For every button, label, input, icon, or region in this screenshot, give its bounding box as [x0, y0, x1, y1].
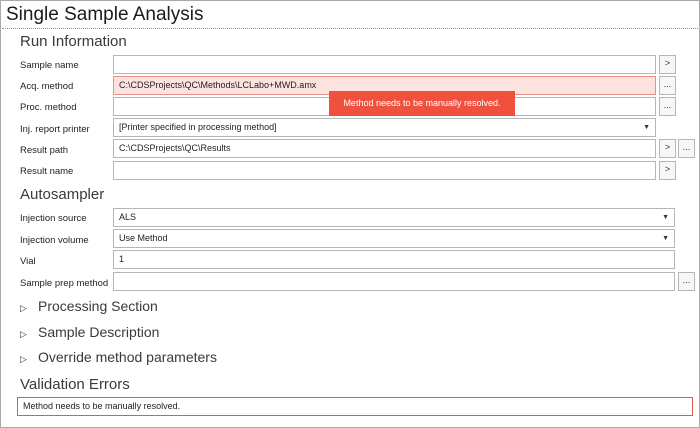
result-path-input[interactable]: C:\CDSProjects\QC\Results — [113, 139, 656, 158]
inj-report-printer-value: [Printer specified in processing method] — [119, 122, 277, 132]
result-path-next-button[interactable]: > — [659, 139, 676, 158]
triangle-right-icon: ▷ — [20, 354, 27, 364]
inj-report-printer-label: Inj. report printer — [20, 124, 90, 135]
proc-method-label: Proc. method — [20, 102, 77, 113]
sample-name-input[interactable] — [113, 55, 656, 74]
page-title: Single Sample Analysis — [6, 4, 204, 25]
sample-description-label: Sample Description — [38, 324, 160, 340]
injection-volume-select[interactable]: Use Method ▼ — [113, 229, 675, 248]
vial-input[interactable]: 1 — [113, 250, 675, 269]
sample-prep-method-label: Sample prep method — [20, 278, 109, 289]
triangle-right-icon: ▷ — [20, 329, 27, 339]
processing-section-label: Processing Section — [38, 298, 158, 314]
caret-down-icon: ▼ — [662, 214, 669, 221]
caret-down-icon: ▼ — [662, 235, 669, 242]
sample-name-next-button[interactable]: > — [659, 55, 676, 74]
validation-errors-heading: Validation Errors — [20, 376, 130, 393]
injection-source-select[interactable]: ALS ▼ — [113, 208, 675, 227]
result-name-next-button[interactable]: > — [659, 161, 676, 180]
override-method-parameters-label: Override method parameters — [38, 349, 217, 365]
triangle-right-icon: ▷ — [20, 303, 27, 313]
result-name-input[interactable] — [113, 161, 656, 180]
acq-method-label: Acq. method — [20, 81, 74, 92]
autosampler-heading: Autosampler — [20, 186, 105, 203]
acq-method-browse-button[interactable]: ... — [659, 76, 676, 95]
injection-volume-label: Injection volume — [20, 235, 89, 246]
sample-prep-method-browse-button[interactable]: ... — [678, 272, 695, 291]
processing-section-toggle[interactable]: ▷ Processing Section — [20, 298, 158, 314]
sample-name-label: Sample name — [20, 60, 79, 71]
result-path-label: Result path — [20, 145, 69, 156]
run-information-heading: Run Information — [20, 33, 127, 50]
sample-prep-method-input[interactable] — [113, 272, 675, 291]
title-divider — [2, 28, 698, 29]
vial-label: Vial — [20, 256, 36, 267]
error-tooltip: Method needs to be manually resolved. — [329, 91, 515, 116]
result-name-label: Result name — [20, 166, 74, 177]
result-path-browse-button[interactable]: ... — [678, 139, 695, 158]
injection-volume-value: Use Method — [119, 233, 168, 243]
override-method-parameters-toggle[interactable]: ▷ Override method parameters — [20, 349, 217, 365]
injection-source-value: ALS — [119, 212, 137, 222]
injection-source-label: Injection source — [20, 213, 87, 224]
proc-method-browse-button[interactable]: ... — [659, 97, 676, 116]
sample-description-toggle[interactable]: ▷ Sample Description — [20, 324, 159, 340]
validation-error-message: Method needs to be manually resolved. — [17, 397, 693, 416]
inj-report-printer-select[interactable]: [Printer specified in processing method]… — [113, 118, 656, 137]
caret-down-icon: ▼ — [643, 124, 650, 131]
